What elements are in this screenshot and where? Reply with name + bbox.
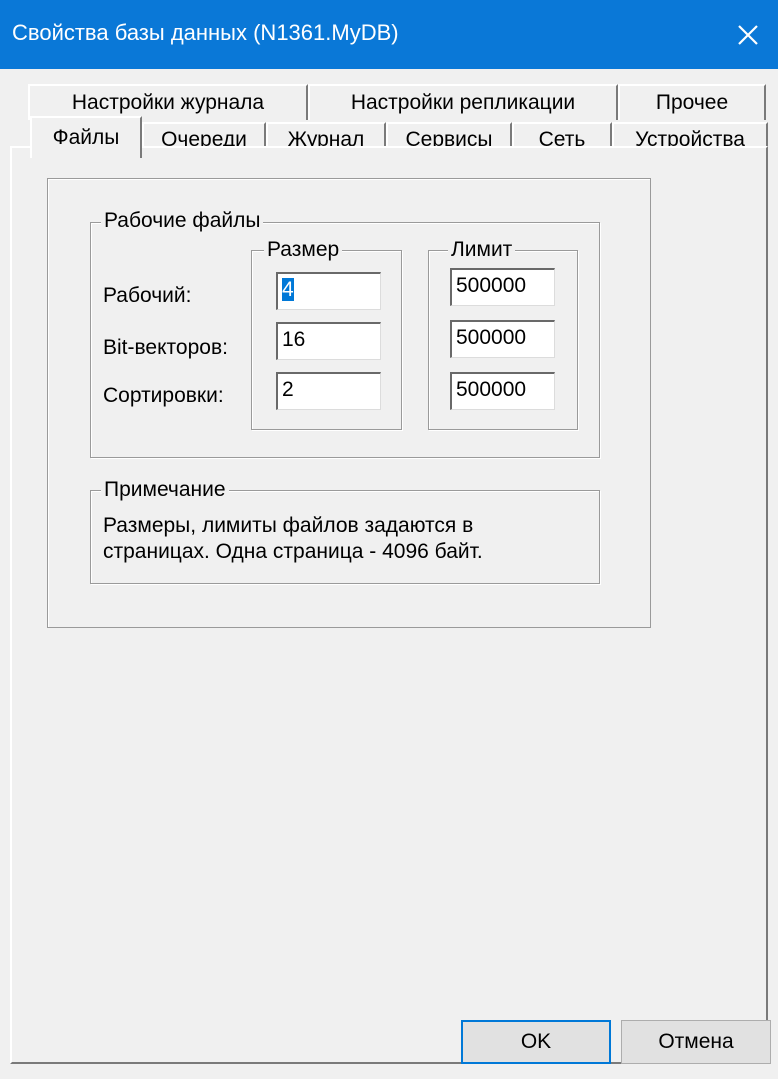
work-file-label: Рабочий: — [103, 284, 192, 307]
note-text-line1: Размеры, лимиты файлов задаются в — [103, 514, 474, 537]
bitvector-label: Bit-векторов: — [103, 336, 228, 359]
cancel-label: Отмена — [658, 1030, 734, 1053]
bitvector-size-input[interactable]: 16 — [276, 322, 381, 360]
cancel-button[interactable]: Отмена — [621, 1020, 771, 1064]
close-icon — [738, 24, 758, 45]
sort-size-input[interactable]: 2 — [276, 372, 381, 410]
field-value: 500000 — [456, 274, 527, 297]
field-value: 2 — [282, 378, 294, 401]
window-title: Свойства базы данных (N1361.MyDB) — [12, 20, 399, 45]
sort-label: Сортировки: — [103, 384, 224, 407]
close-button[interactable] — [718, 0, 778, 69]
tab-label: Файлы — [52, 126, 120, 149]
tab-files[interactable]: Файлы — [30, 116, 142, 158]
work-files-group-label: Рабочие файлы — [101, 209, 264, 233]
tab-log-settings[interactable]: Настройки журнала — [28, 84, 308, 120]
work-limit-input[interactable]: 500000 — [450, 268, 555, 306]
ok-label: OK — [520, 1030, 552, 1053]
bitvector-limit-input[interactable]: 500000 — [450, 320, 555, 358]
title-bar: Свойства базы данных (N1361.MyDB) — [0, 0, 778, 69]
limit-group-label: Лимит — [448, 238, 516, 262]
tab-label: Прочее — [655, 91, 729, 114]
tab-label: Настройки журнала — [71, 91, 265, 114]
tab-replication-settings[interactable]: Настройки репликации — [308, 84, 618, 120]
field-value: 500000 — [456, 326, 527, 349]
field-value: 500000 — [456, 378, 527, 401]
ok-button[interactable]: OK — [461, 1020, 611, 1064]
work-size-input[interactable]: 4 — [276, 272, 381, 310]
selected-text: 4 — [282, 278, 294, 301]
note-text-line2: страницах. Одна страница - 4096 байт. — [103, 540, 483, 563]
size-group-label: Размер — [264, 238, 343, 262]
field-value: 16 — [282, 328, 306, 351]
note-group-label: Примечание — [101, 478, 229, 502]
tab-other[interactable]: Прочее — [618, 84, 766, 120]
tab-label: Настройки репликации — [350, 91, 576, 114]
sort-limit-input[interactable]: 500000 — [450, 372, 555, 410]
